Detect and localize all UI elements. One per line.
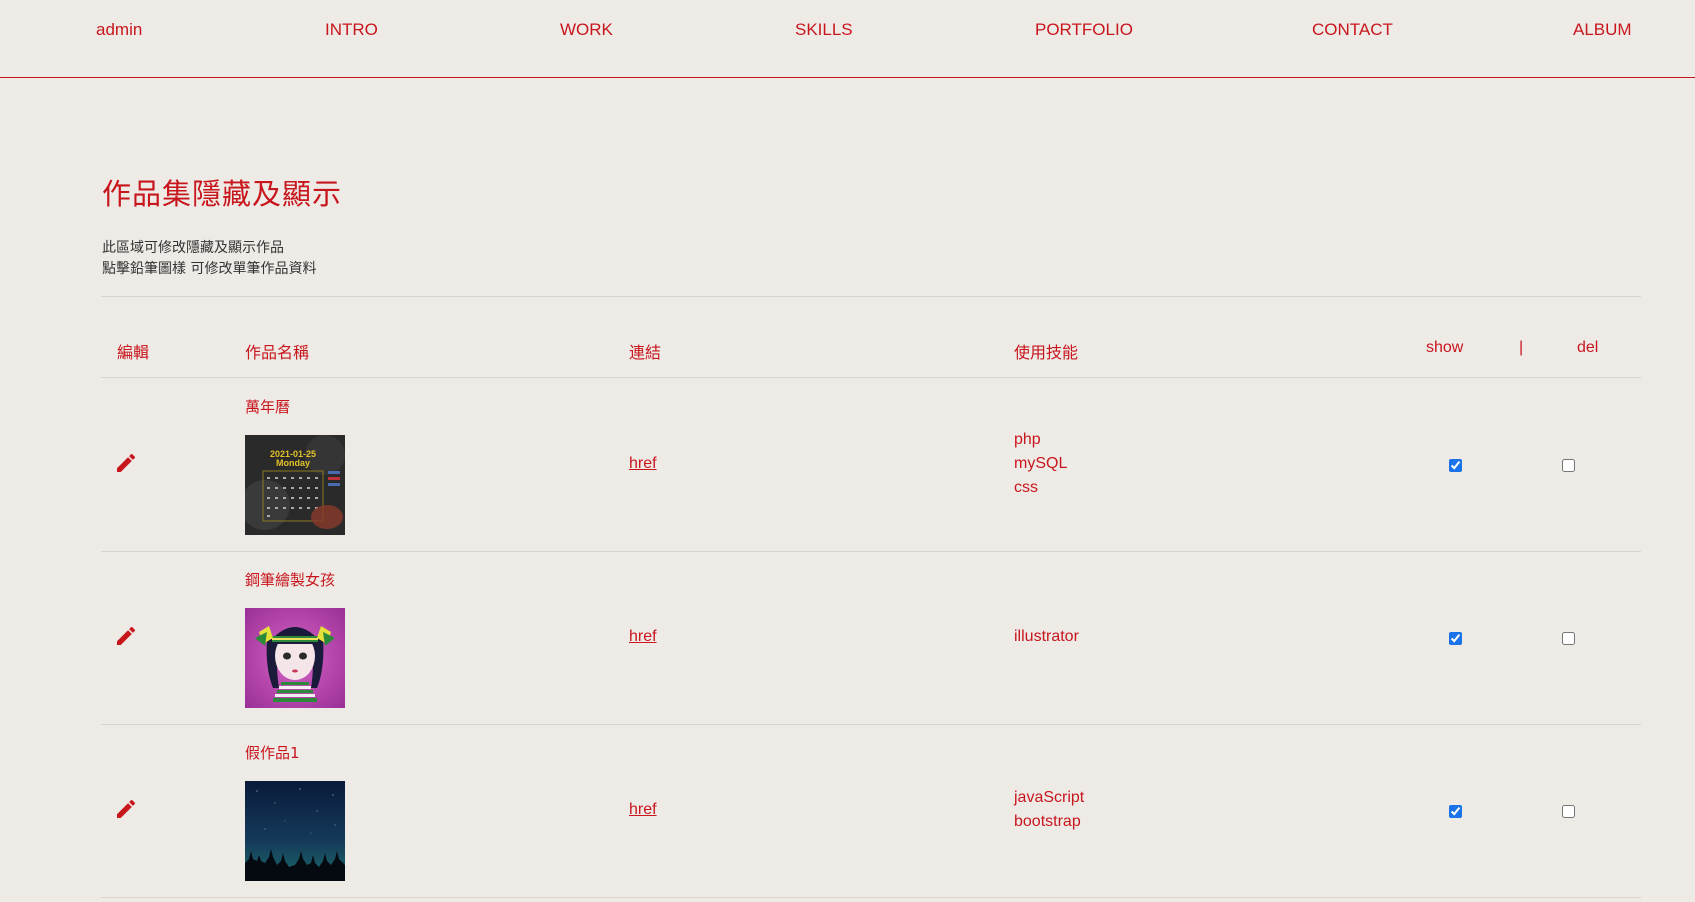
item-name: 鋼筆繪製女孩 xyxy=(245,571,336,589)
show-checkbox[interactable] xyxy=(1449,632,1462,645)
nav-admin[interactable]: admin xyxy=(96,20,142,40)
skill-tag: mySQL xyxy=(1014,455,1068,472)
skill-tag: illustrator xyxy=(1014,628,1079,645)
item-name: 萬年曆 xyxy=(245,398,291,416)
col-header-show: show xyxy=(1426,339,1464,356)
description-line-2: 點擊鉛筆圖樣 可修改單筆作品資料 xyxy=(102,261,317,277)
table-row: 假作品1 href javaScript bootstrap xyxy=(0,724,1695,897)
item-name: 假作品1 xyxy=(245,744,300,762)
show-checkbox[interactable] xyxy=(1449,805,1462,818)
item-skills: javaScript bootstrap xyxy=(1014,786,1084,834)
girl-illustration-thumbnail xyxy=(245,608,345,708)
delete-checkbox[interactable] xyxy=(1562,632,1575,645)
page-title: 作品集隱藏及顯示 xyxy=(102,177,343,211)
nav-portfolio[interactable]: PORTFOLIO xyxy=(1035,20,1133,40)
nav-contact[interactable]: CONTACT xyxy=(1312,20,1393,40)
night-sky-thumbnail xyxy=(245,781,345,881)
col-header-skills: 使用技能 xyxy=(1014,343,1079,362)
pencil-icon[interactable] xyxy=(114,797,138,821)
show-checkbox[interactable] xyxy=(1449,459,1462,472)
top-nav: admin INTRO WORK SKILLS PORTFOLIO CONTAC… xyxy=(0,0,1695,78)
page-description: 此區域可修改隱藏及顯示作品 點擊鉛筆圖樣 可修改單筆作品資料 xyxy=(102,238,316,280)
description-line-1: 此區域可修改隱藏及顯示作品 xyxy=(102,240,284,256)
item-link[interactable]: href xyxy=(629,455,657,473)
table-row: 鋼筆繪製女孩 href illustrator xyxy=(0,551,1695,724)
row-divider xyxy=(101,897,1641,898)
header-divider xyxy=(101,296,1641,297)
col-header-separator: | xyxy=(1519,339,1524,356)
item-link[interactable]: href xyxy=(629,628,657,646)
skill-tag: css xyxy=(1014,479,1038,496)
table-row: 萬年曆 2021-01-25 Monday href php mySQL css xyxy=(0,378,1695,551)
delete-checkbox[interactable] xyxy=(1562,805,1575,818)
skill-tag: bootstrap xyxy=(1014,813,1081,830)
col-header-del: del xyxy=(1577,339,1599,356)
delete-checkbox[interactable] xyxy=(1562,459,1575,472)
item-skills: php mySQL css xyxy=(1014,428,1067,500)
col-header-link: 連結 xyxy=(629,343,662,362)
item-skills: illustrator xyxy=(1014,625,1079,649)
nav-album[interactable]: ALBUM xyxy=(1573,20,1632,40)
item-link[interactable]: href xyxy=(629,801,657,819)
nav-work[interactable]: WORK xyxy=(560,20,613,40)
pencil-icon[interactable] xyxy=(114,451,138,475)
nav-intro[interactable]: INTRO xyxy=(325,20,378,40)
skill-tag: php xyxy=(1014,431,1041,448)
col-header-name: 作品名稱 xyxy=(245,343,310,362)
col-header-edit: 編輯 xyxy=(117,343,150,362)
nav-skills[interactable]: SKILLS xyxy=(795,20,853,40)
pencil-icon[interactable] xyxy=(114,624,138,648)
svg-text:Monday: Monday xyxy=(276,458,310,468)
calendar-thumbnail: 2021-01-25 Monday xyxy=(245,435,345,535)
skill-tag: javaScript xyxy=(1014,789,1085,806)
